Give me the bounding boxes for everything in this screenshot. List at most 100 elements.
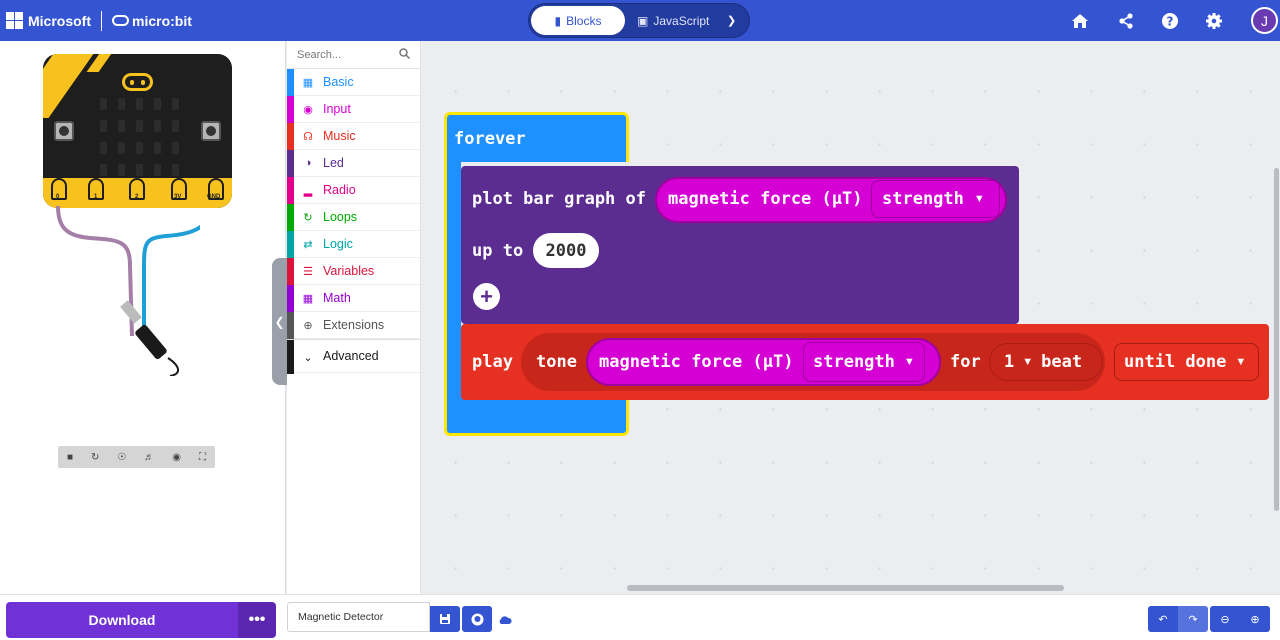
- category-variables[interactable]: ☰ Variables: [287, 258, 420, 285]
- play-label: play: [472, 352, 513, 372]
- chevron-down-icon[interactable]: ❯: [727, 14, 736, 27]
- caret-down-icon: ▼: [973, 193, 985, 205]
- share-icon[interactable]: [1113, 8, 1139, 34]
- horizontal-scrollbar[interactable]: [627, 585, 1064, 591]
- category-radio[interactable]: ▂ Radio: [287, 177, 420, 204]
- search-input[interactable]: Search...: [297, 49, 341, 61]
- up-to-value: 2000: [545, 240, 587, 261]
- led: [136, 98, 143, 110]
- chevron-left-icon: ❮: [274, 314, 285, 329]
- add-argument-icon[interactable]: +: [473, 283, 500, 310]
- category-label: Logic: [323, 237, 353, 251]
- redo-button[interactable]: ↷: [1178, 606, 1208, 632]
- category-input[interactable]: ◉ Input: [287, 96, 420, 123]
- help-icon[interactable]: ?: [1157, 8, 1183, 34]
- until-done-dropdown[interactable]: until done ▼: [1114, 343, 1259, 381]
- category-music[interactable]: ☊ Music: [287, 123, 420, 150]
- up-to-value-field[interactable]: 2000: [533, 233, 599, 268]
- beat-dropdown[interactable]: 1 ▼ beat: [989, 343, 1103, 381]
- collapse-simulator-button[interactable]: ❮: [272, 258, 287, 385]
- microbit-board[interactable]: 0 1 2 3V GND: [43, 54, 232, 208]
- category-loops[interactable]: ↻ Loops: [287, 204, 420, 231]
- category-basic[interactable]: ▦ Basic: [287, 69, 420, 96]
- strength-label: strength: [882, 189, 964, 209]
- zoom-in-button[interactable]: ⊕: [1240, 606, 1270, 632]
- restart-icon[interactable]: ↻: [91, 452, 99, 463]
- led: [136, 120, 143, 132]
- category-label: Variables: [323, 264, 375, 278]
- blocks-workspace[interactable]: forever plot bar graph of magnetic force…: [421, 41, 1280, 594]
- plus-circle-icon: ⊕: [303, 319, 313, 332]
- settings-icon[interactable]: [1201, 8, 1227, 34]
- user-avatar[interactable]: J: [1251, 7, 1278, 34]
- github-button[interactable]: [462, 606, 492, 632]
- home-icon[interactable]: [1067, 8, 1093, 34]
- chevron-down-icon: ⌄: [303, 351, 313, 364]
- download-button[interactable]: Download: [6, 602, 238, 638]
- headphone-cable-icon: [56, 206, 200, 376]
- category-color-bar: [287, 204, 294, 231]
- led: [136, 164, 143, 176]
- brand[interactable]: Microsoft micro:bit: [0, 0, 192, 41]
- refresh-icon: ↻: [303, 211, 313, 224]
- save-icon: [440, 614, 450, 624]
- editor-toggle: ▮ Blocks ▣ JavaScript ❯: [528, 3, 750, 38]
- strength-dropdown[interactable]: strength ▼: [871, 180, 1000, 218]
- category-advanced[interactable]: ⌄ Advanced: [287, 339, 420, 374]
- pin-label: 3V: [174, 194, 182, 200]
- svg-text:?: ?: [1167, 15, 1174, 29]
- brand-microsoft: Microsoft: [28, 12, 91, 29]
- category-extensions[interactable]: ⊕ Extensions: [287, 312, 420, 339]
- project-name-input[interactable]: Magnetic Detector: [287, 602, 430, 632]
- button-a[interactable]: [54, 121, 74, 141]
- shuffle-icon: ⇄: [303, 238, 313, 251]
- led: [100, 164, 107, 176]
- mute-icon[interactable]: ♬: [144, 452, 154, 463]
- caret-down-icon: ▼: [903, 356, 915, 368]
- button-b[interactable]: [201, 121, 221, 141]
- category-color-bar: [287, 340, 294, 374]
- strength-label: strength: [813, 352, 895, 372]
- beat-label: beat: [1041, 352, 1083, 372]
- category-label: Basic: [323, 75, 354, 89]
- cloud-icon[interactable]: [498, 612, 512, 624]
- tab-javascript[interactable]: ▣ JavaScript: [637, 6, 727, 35]
- save-button[interactable]: [430, 606, 460, 632]
- led: [118, 142, 125, 154]
- search-icon[interactable]: [399, 47, 411, 62]
- download-more-button[interactable]: •••: [238, 602, 276, 638]
- up-to-label: up to: [472, 241, 524, 261]
- board-stripe: [43, 54, 98, 118]
- category-label: Advanced: [323, 349, 379, 363]
- led: [172, 98, 179, 110]
- category-logic[interactable]: ⇄ Logic: [287, 231, 420, 258]
- debug-icon[interactable]: ☉: [117, 452, 126, 463]
- zoom-in-icon: ⊕: [1250, 613, 1260, 626]
- undo-button[interactable]: ↶: [1148, 606, 1178, 632]
- category-math[interactable]: ▦ Math: [287, 285, 420, 312]
- zoom-out-button[interactable]: ⊖: [1210, 606, 1240, 632]
- toggle-icon: ◑: [304, 157, 312, 169]
- signal-icon: ▂: [303, 184, 313, 197]
- forever-block-bottom: [444, 396, 629, 436]
- pin-label: GND: [207, 194, 221, 200]
- microsoft-logo-icon: [6, 12, 23, 29]
- category-label: Music: [323, 129, 356, 143]
- beat-count: 1: [1004, 352, 1015, 372]
- screenshot-icon[interactable]: ◉: [172, 452, 181, 463]
- brand-microbit: micro:bit: [132, 12, 192, 29]
- fullscreen-icon[interactable]: ⛶: [199, 452, 206, 463]
- strength-dropdown[interactable]: strength ▼: [803, 342, 925, 382]
- toolbox: Search... ▦ Basic ◉ Input ☊ Music ◑ Led …: [287, 41, 421, 594]
- forever-label: forever: [454, 129, 526, 149]
- category-led[interactable]: ◑ Led: [287, 150, 420, 177]
- vertical-scrollbar[interactable]: [1274, 168, 1279, 511]
- stop-icon[interactable]: ■: [67, 452, 73, 463]
- tab-blocks-label: Blocks: [566, 13, 602, 28]
- category-color-bar: [287, 312, 294, 339]
- microbit-face-logo[interactable]: [122, 73, 153, 91]
- tab-blocks[interactable]: ▮ Blocks: [531, 6, 625, 35]
- toolbox-search[interactable]: Search...: [287, 41, 420, 69]
- category-color-bar: [287, 150, 294, 177]
- led: [100, 98, 107, 110]
